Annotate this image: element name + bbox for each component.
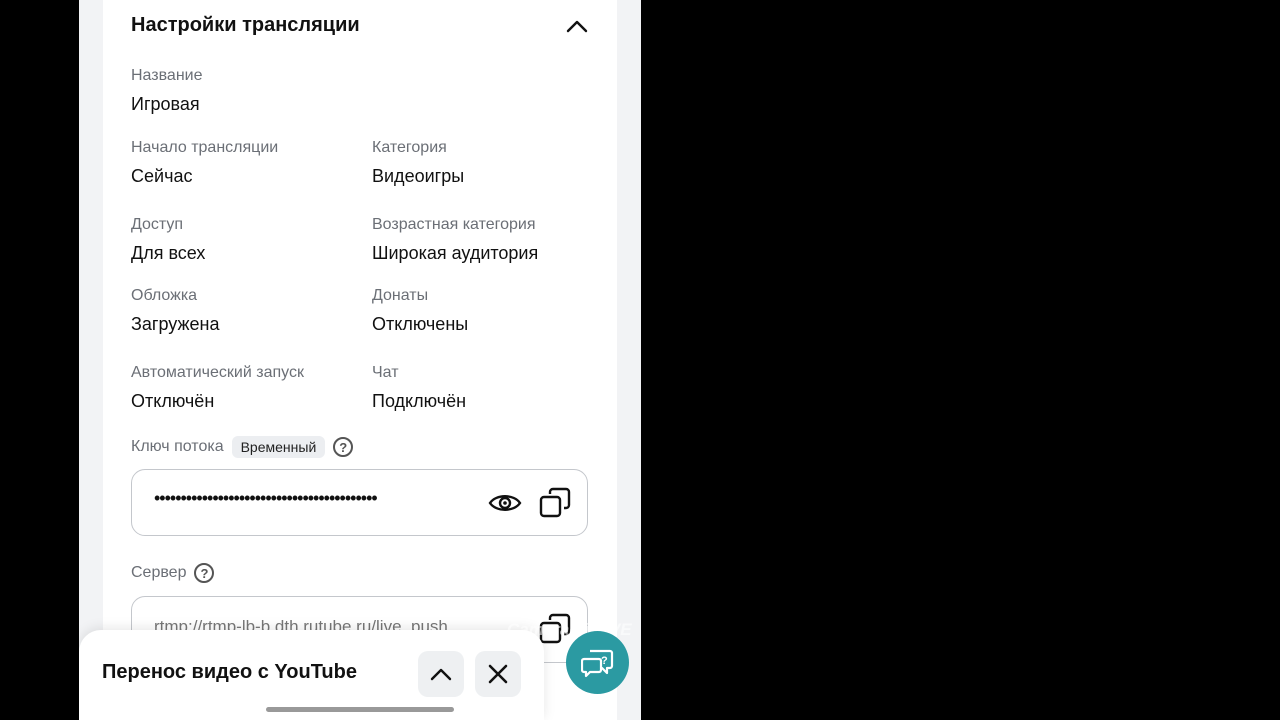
field-cover: Обложка Загружена	[131, 287, 219, 335]
field-label: Донаты	[372, 287, 429, 304]
copy-key-button[interactable]	[537, 485, 573, 521]
field-label: Категория	[372, 139, 447, 156]
field-value: Широкая аудитория	[372, 243, 539, 263]
field-start: Начало трансляции Сейчас	[131, 139, 278, 187]
field-chat: Чат Подключён	[372, 364, 466, 412]
field-label: Название	[131, 67, 203, 84]
sheet-title: Перенос видео с YouTube	[102, 661, 357, 683]
field-age-rating: Возрастная категория Широкая аудитория	[372, 216, 538, 264]
stream-key-field[interactable]: ••••••••••••••••••••••••••••••••••••••••…	[131, 469, 588, 536]
field-label: Начало трансляции	[131, 139, 279, 156]
field-autostart: Автоматический запуск Отключён	[131, 364, 304, 412]
field-value: Подключён	[372, 391, 467, 411]
eye-icon	[488, 495, 522, 511]
help-icon[interactable]: ?	[333, 437, 354, 457]
close-icon	[488, 664, 508, 684]
section-title: Настройки трансляции	[131, 14, 360, 36]
field-access: Доступ Для всех	[131, 216, 205, 264]
svg-text:?: ?	[601, 655, 608, 667]
field-value: Отключён	[131, 391, 215, 411]
server-header: Сервер ?	[131, 560, 215, 586]
field-label: Возрастная категория	[372, 216, 536, 233]
stream-settings-header[interactable]: Настройки трансляции	[131, 12, 591, 42]
phone-screen: Настройки трансляции Название Игровая На…	[79, 0, 641, 720]
field-label: Чат	[372, 364, 399, 381]
expand-sheet-button[interactable]	[418, 651, 464, 697]
field-value: Видеоигры	[372, 166, 465, 186]
support-chat-button[interactable]: ?	[566, 631, 629, 694]
stream-key-header: Ключ потока Временный ?	[131, 434, 354, 460]
field-donations: Донаты Отключены	[372, 287, 468, 335]
youtube-transfer-sheet: Перенос видео с YouTube	[79, 630, 544, 720]
field-value: Игровая	[131, 94, 200, 114]
field-label: Доступ	[131, 216, 184, 233]
field-label: Обложка	[131, 287, 198, 304]
copy-icon	[539, 487, 571, 518]
field-label: Автоматический запуск	[131, 364, 304, 381]
field-value: Для всех	[131, 243, 206, 263]
close-sheet-button[interactable]	[475, 651, 521, 697]
show-key-button[interactable]	[487, 486, 523, 520]
field-value: Загружена	[131, 314, 220, 334]
temporary-badge: Временный	[231, 436, 326, 458]
field-category: Категория Видеоигры	[372, 139, 464, 187]
help-icon[interactable]: ?	[194, 563, 215, 583]
home-indicator	[266, 707, 454, 712]
field-value: Сейчас	[131, 166, 193, 186]
server-label: Сервер	[131, 564, 187, 581]
stream-key-label: Ключ потока	[131, 438, 224, 455]
collapse-button[interactable]	[563, 12, 591, 40]
field-name: Название Игровая	[131, 67, 203, 115]
chevron-up-icon	[430, 668, 452, 681]
chat-help-icon: ?	[580, 649, 613, 677]
field-value: Отключены	[372, 314, 469, 334]
chevron-up-icon	[566, 20, 588, 33]
stream-key-value: ••••••••••••••••••••••••••••••••••••••••…	[154, 488, 378, 508]
